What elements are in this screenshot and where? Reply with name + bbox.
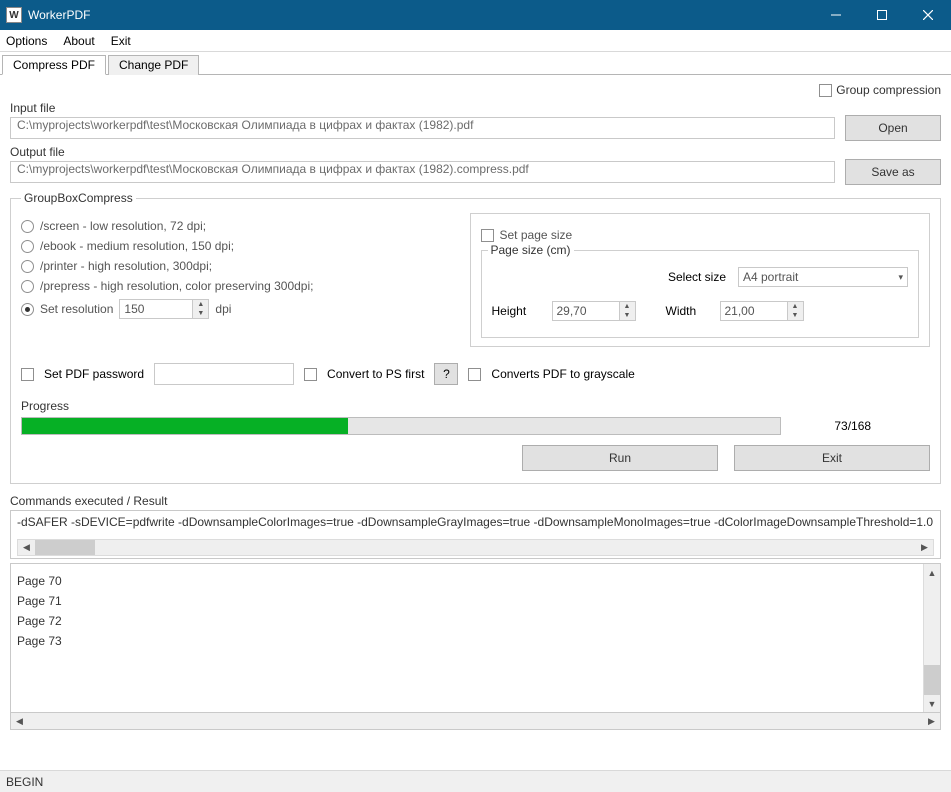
menu-options[interactable]: Options — [6, 34, 47, 48]
output-file-label: Output file — [10, 145, 941, 159]
page-size-group: Page size (cm) Select size A4 portrait ▾… — [481, 250, 920, 338]
scroll-left-icon[interactable]: ◀ — [18, 540, 35, 555]
radio-ebook[interactable] — [21, 240, 34, 253]
dpi-spinner-arrows[interactable]: ▲▼ — [192, 300, 208, 318]
command-text: -dSAFER -sDEVICE=pdfwrite -dDownsampleCo… — [17, 515, 934, 529]
close-button[interactable] — [905, 0, 951, 30]
convert-ps-checkbox[interactable] — [304, 368, 317, 381]
radio-set-resolution[interactable] — [21, 303, 34, 316]
exit-button[interactable]: Exit — [734, 445, 930, 471]
radio-set-resolution-label: Set resolution — [40, 302, 113, 316]
width-spinner-arrows[interactable]: ▲▼ — [787, 302, 803, 320]
select-size-label: Select size — [668, 270, 726, 284]
help-button[interactable]: ? — [434, 363, 458, 385]
height-label: Height — [492, 304, 542, 318]
input-file-label: Input file — [10, 101, 941, 115]
progress-bar — [21, 417, 781, 435]
minimize-button[interactable] — [813, 0, 859, 30]
grayscale-label: Converts PDF to grayscale — [491, 367, 634, 381]
question-icon: ? — [443, 367, 450, 381]
scroll-down-icon[interactable]: ▼ — [924, 695, 940, 712]
log-vscrollbar[interactable]: ▲ ▼ — [923, 564, 940, 712]
scroll-thumb[interactable] — [924, 665, 940, 695]
command-hscrollbar[interactable]: ◀ ▶ — [17, 539, 934, 556]
progress-fill — [22, 418, 348, 434]
save-as-button[interactable]: Save as — [845, 159, 941, 185]
radio-ebook-label: /ebook - medium resolution, 150 dpi; — [40, 239, 234, 253]
tab-change-pdf[interactable]: Change PDF — [108, 55, 199, 75]
width-spinner[interactable]: 21,00 ▲▼ — [720, 301, 804, 321]
set-page-size-label: Set page size — [500, 228, 573, 242]
radio-prepress[interactable] — [21, 280, 34, 293]
set-pdf-password-checkbox[interactable] — [21, 368, 34, 381]
groupbox-compress-legend: GroupBoxCompress — [21, 191, 136, 205]
run-button[interactable]: Run — [522, 445, 718, 471]
scroll-up-icon[interactable]: ▲ — [924, 564, 940, 581]
set-page-size-checkbox[interactable] — [481, 229, 494, 242]
result-label: Commands executed / Result — [10, 494, 941, 508]
log-line: Page 71 — [17, 594, 917, 608]
chevron-down-icon: ▾ — [898, 272, 903, 283]
password-input[interactable] — [154, 363, 294, 385]
log-line: Page 70 — [17, 574, 917, 588]
menu-about[interactable]: About — [63, 34, 94, 48]
output-file-field[interactable]: C:\myprojects\workerpdf\test\Московская … — [10, 161, 835, 183]
progress-text: 73/168 — [834, 419, 871, 433]
select-size-dropdown[interactable]: A4 portrait ▾ — [738, 267, 908, 287]
log-box[interactable]: Page 70 Page 71 Page 72 Page 73 ▲ ▼ — [10, 563, 941, 713]
titlebar: W WorkerPDF — [0, 0, 951, 30]
dpi-value[interactable]: 150 — [120, 300, 192, 318]
width-value[interactable]: 21,00 — [721, 302, 787, 320]
menubar: Options About Exit — [0, 30, 951, 52]
set-pdf-password-label: Set PDF password — [44, 367, 144, 381]
open-button[interactable]: Open — [845, 115, 941, 141]
window-title: WorkerPDF — [28, 8, 100, 22]
page-size-legend: Page size (cm) — [488, 243, 574, 257]
log-hscrollbar[interactable]: ◀ ▶ — [10, 713, 941, 730]
log-line: Page 72 — [17, 614, 917, 628]
command-result-box[interactable]: -dSAFER -sDEVICE=pdfwrite -dDownsampleCo… — [10, 510, 941, 559]
group-compression-label: Group compression — [836, 83, 941, 97]
log-content: Page 70 Page 71 Page 72 Page 73 — [11, 564, 923, 712]
radio-printer-label: /printer - high resolution, 300dpi; — [40, 259, 212, 273]
radio-screen[interactable] — [21, 220, 34, 233]
statusbar: BEGIN — [0, 770, 951, 792]
menu-exit[interactable]: Exit — [111, 34, 131, 48]
grayscale-checkbox[interactable] — [468, 368, 481, 381]
dpi-spinner[interactable]: 150 ▲▼ — [119, 299, 209, 319]
scroll-right-icon[interactable]: ▶ — [923, 713, 940, 729]
maximize-button[interactable] — [859, 0, 905, 30]
select-size-value: A4 portrait — [743, 270, 798, 284]
tab-compress-pdf[interactable]: Compress PDF — [2, 55, 106, 75]
scroll-right-icon[interactable]: ▶ — [916, 540, 933, 555]
log-line: Page 73 — [17, 634, 917, 648]
progress-label: Progress — [21, 399, 930, 413]
height-spinner-arrows[interactable]: ▲▼ — [619, 302, 635, 320]
height-spinner[interactable]: 29,70 ▲▼ — [552, 301, 636, 321]
group-compression-checkbox[interactable] — [819, 84, 832, 97]
radio-printer[interactable] — [21, 260, 34, 273]
radio-prepress-label: /prepress - high resolution, color prese… — [40, 279, 313, 293]
radio-screen-label: /screen - low resolution, 72 dpi; — [40, 219, 206, 233]
status-text: BEGIN — [6, 775, 43, 789]
scroll-left-icon[interactable]: ◀ — [11, 713, 28, 729]
tab-strip: Compress PDF Change PDF — [0, 52, 951, 75]
height-value[interactable]: 29,70 — [553, 302, 619, 320]
groupbox-compress: GroupBoxCompress /screen - low resolutio… — [10, 191, 941, 484]
width-label: Width — [666, 304, 710, 318]
app-icon: W — [6, 7, 22, 23]
convert-ps-label: Convert to PS first — [327, 367, 424, 381]
dpi-suffix: dpi — [215, 302, 231, 316]
scroll-thumb[interactable] — [35, 540, 95, 555]
input-file-field[interactable]: C:\myprojects\workerpdf\test\Московская … — [10, 117, 835, 139]
